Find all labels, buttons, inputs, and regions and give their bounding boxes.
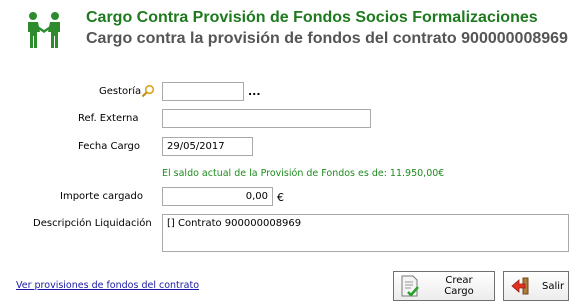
salir-label: Salir: [542, 280, 565, 292]
fecha-cargo-input[interactable]: [162, 137, 253, 156]
crear-cargo-button[interactable]: Crear Cargo: [393, 271, 495, 301]
importe-label: Importe cargado: [60, 191, 144, 202]
fecha-cargo-label: Fecha Cargo: [78, 141, 141, 152]
currency-symbol: €: [277, 191, 284, 204]
document-check-icon: [401, 275, 419, 297]
importe-input[interactable]: [162, 187, 273, 206]
ver-provisiones-link[interactable]: Ver provisiones de fondos del contrato: [16, 280, 199, 291]
handshake-icon: [28, 12, 60, 48]
ref-externa-label: Ref. Externa: [78, 113, 139, 124]
gestoria-more-button[interactable]: ...: [248, 85, 261, 98]
saldo-message: El saldo actual de la Provisión de Fondo…: [162, 168, 445, 179]
page-title: Cargo Contra Provisión de Fondos Socios …: [86, 9, 538, 26]
descripcion-textarea[interactable]: [] Contrato 900000008969: [162, 214, 569, 252]
ref-externa-input[interactable]: [162, 109, 371, 128]
search-icon[interactable]: [141, 84, 155, 98]
exit-arrow-icon: [511, 277, 529, 295]
descripcion-label: Descripción Liquidación: [33, 218, 152, 229]
salir-button[interactable]: Salir: [503, 271, 569, 301]
gestoria-input[interactable]: [162, 82, 244, 101]
crear-cargo-label: Crear Cargo: [444, 275, 474, 297]
page-subtitle: Cargo contra la provisión de fondos del …: [86, 30, 568, 47]
gestoria-label: Gestoría: [99, 86, 142, 97]
